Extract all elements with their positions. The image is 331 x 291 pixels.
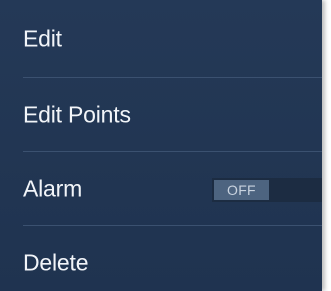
alarm-toggle[interactable]: OFF	[212, 178, 322, 202]
context-menu: Edit Edit Points Alarm OFF Delete	[0, 0, 322, 291]
menu-item-alarm: Alarm OFF	[0, 152, 322, 226]
menu-item-label: Delete	[23, 249, 89, 276]
menu-item-label: Edit	[23, 25, 62, 52]
menu-item-edit-points[interactable]: Edit Points	[0, 78, 322, 152]
menu-item-label: Alarm	[23, 175, 83, 202]
menu-item-delete[interactable]: Delete	[0, 226, 322, 291]
toggle-state-label: OFF	[214, 180, 269, 200]
menu-item-edit[interactable]: Edit	[0, 2, 322, 76]
menu-item-label: Edit Points	[23, 101, 131, 128]
